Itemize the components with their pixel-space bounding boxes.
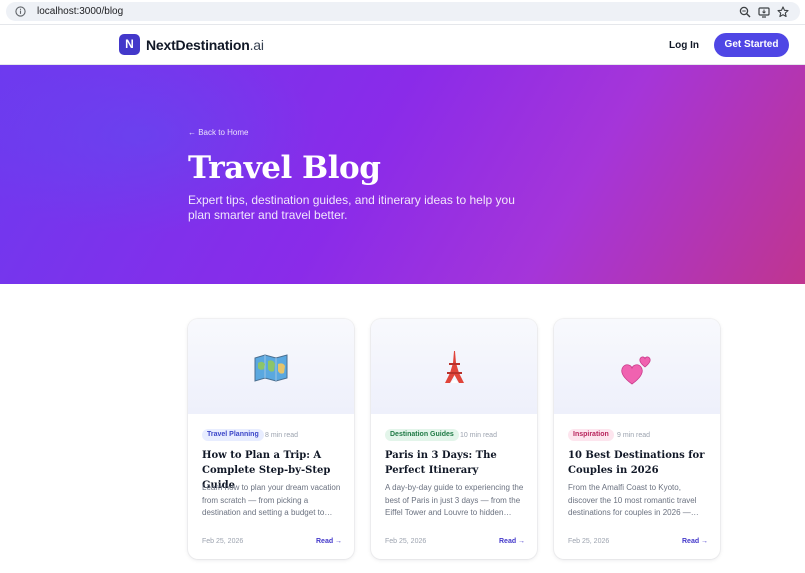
blog-card[interactable]: Destination Guides 10 min read Paris in … xyxy=(371,319,537,559)
post-title[interactable]: Paris in 3 Days: The Perfect Itinerary xyxy=(385,448,527,478)
read-more-link[interactable]: Read → xyxy=(682,537,708,546)
post-excerpt: Learn how to plan your dream vacation fr… xyxy=(202,483,341,517)
post-date: Feb 25, 2026 xyxy=(568,538,610,545)
zoom-icon[interactable] xyxy=(739,6,751,18)
page-title: Travel Blog xyxy=(188,150,381,186)
logo-icon[interactable]: N xyxy=(119,34,140,55)
card-image-area xyxy=(188,319,354,414)
post-title[interactable]: 10 Best Destinations for Couples in 2026 xyxy=(568,448,710,478)
read-more-link[interactable]: Read → xyxy=(499,537,525,546)
read-time: 9 min read xyxy=(617,432,651,439)
category-badge[interactable]: Destination Guides xyxy=(385,429,459,441)
map-icon xyxy=(254,354,288,382)
bookmark-star-icon[interactable] xyxy=(777,6,789,18)
browser-toolbar: localhost:3000/blog xyxy=(0,0,805,24)
post-excerpt: A day-by-day guide to experiencing the b… xyxy=(385,483,524,517)
post-date: Feb 25, 2026 xyxy=(385,538,427,545)
post-excerpt: From the Amalfi Coast to Kyoto, discover… xyxy=(568,483,699,517)
login-link[interactable]: Log In xyxy=(669,39,699,52)
read-time: 10 min read xyxy=(460,432,497,439)
get-started-button[interactable]: Get Started xyxy=(714,33,789,57)
read-time: 8 min read xyxy=(265,432,299,439)
post-date: Feb 25, 2026 xyxy=(202,538,244,545)
hero-banner: ← Back to Home Travel Blog Expert tips, … xyxy=(0,65,805,284)
install-app-icon[interactable] xyxy=(758,6,770,18)
back-to-home-link[interactable]: ← Back to Home xyxy=(188,128,248,138)
card-image-area xyxy=(554,319,720,414)
two-hearts-icon xyxy=(621,356,651,385)
address-bar[interactable]: localhost:3000/blog xyxy=(6,2,800,21)
read-more-link[interactable]: Read → xyxy=(316,537,342,546)
site-info-icon[interactable] xyxy=(15,6,26,17)
brand-logo-text[interactable]: NextDestination.ai xyxy=(146,36,264,54)
blog-card[interactable]: Travel Planning 8 min read How to Plan a… xyxy=(188,319,354,559)
brand-tld: .ai xyxy=(249,37,264,53)
page-subtitle: Expert tips, destination guides, and iti… xyxy=(188,193,515,222)
site-header: N NextDestination.ai Log In Get Started xyxy=(0,24,805,65)
url-text[interactable]: localhost:3000/blog xyxy=(37,5,123,18)
blog-card[interactable]: Inspiration 9 min read 10 Best Destinati… xyxy=(554,319,720,559)
category-badge[interactable]: Inspiration xyxy=(568,429,614,441)
card-image-area xyxy=(371,319,537,414)
eiffel-tower-icon xyxy=(445,351,464,383)
category-badge[interactable]: Travel Planning xyxy=(202,429,264,441)
brand-name: NextDestination xyxy=(146,37,250,53)
